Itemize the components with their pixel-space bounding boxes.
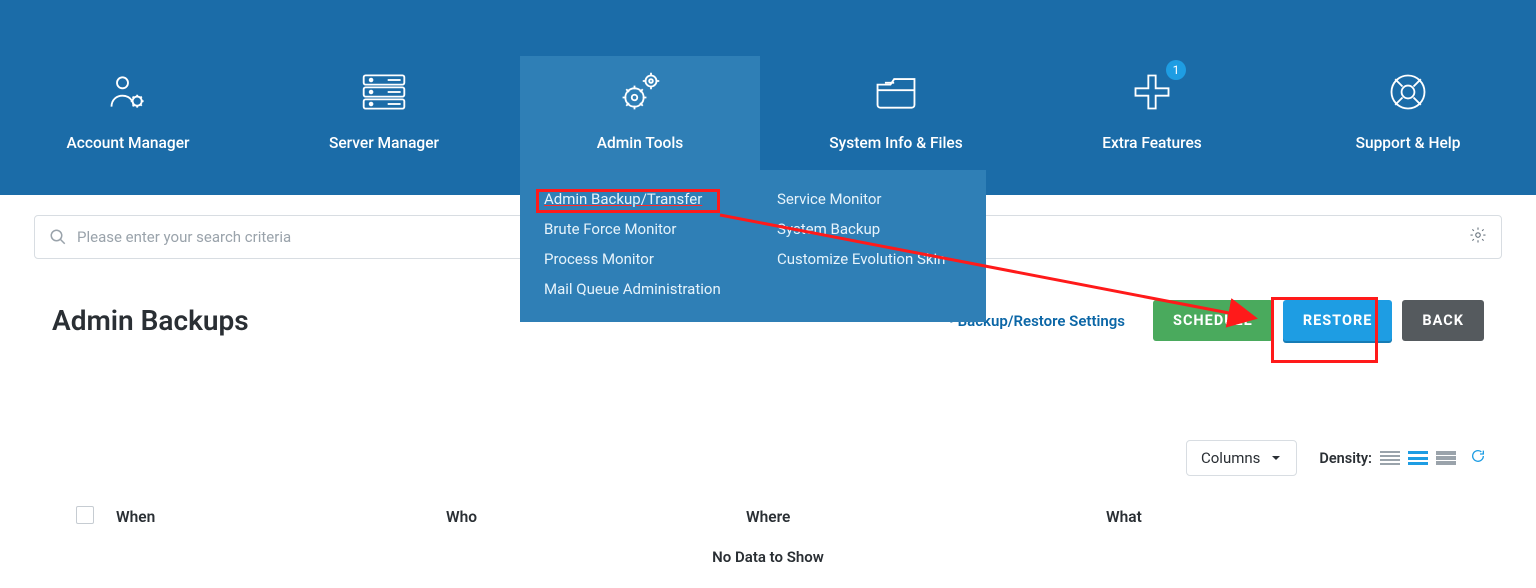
menu-admin-backup-transfer[interactable]: Admin Backup/Transfer [544,184,729,214]
nav-label: Admin Tools [530,134,750,152]
refresh-icon[interactable] [1470,448,1486,468]
restore-button[interactable]: RESTORE [1283,300,1393,341]
column-who[interactable]: Who [446,508,746,526]
nav-label: System Info & Files [786,134,1006,152]
plus-icon [1042,68,1262,116]
menu-process-monitor[interactable]: Process Monitor [544,244,729,274]
caret-down-icon [1270,452,1282,464]
menu-customize-skin[interactable]: Customize Evolution Skin [777,244,962,274]
nav-admin-tools[interactable]: Admin Tools [520,56,760,182]
density-comfortable-icon[interactable] [1436,451,1456,465]
menu-mail-queue-admin[interactable]: Mail Queue Administration [544,274,729,304]
nav-label: Extra Features [1042,134,1262,152]
column-when[interactable]: When [116,508,446,526]
users-gear-icon [18,68,238,116]
search-icon [49,228,67,246]
nav-label: Server Manager [274,134,494,152]
density-label: Density: [1319,450,1372,467]
column-where[interactable]: Where [746,508,1106,526]
nav-label: Support & Help [1298,134,1518,152]
column-what[interactable]: What [1106,508,1460,526]
back-button[interactable]: BACK [1402,300,1484,341]
table-toolbar: Columns Density: [50,440,1486,476]
top-navigation: Account Manager Server Manager [0,0,1536,195]
nav-server-manager[interactable]: Server Manager [264,56,504,182]
density-control: Density: [1319,448,1486,468]
columns-dropdown[interactable]: Columns [1186,440,1297,476]
density-compact-icon[interactable] [1380,451,1400,465]
dropdown-column: Admin Backup/Transfer Brute Force Monito… [520,184,753,304]
gears-icon [530,68,750,116]
columns-label: Columns [1201,449,1260,467]
folder-icon [786,68,1006,116]
admin-tools-dropdown: Admin Backup/Transfer Brute Force Monito… [520,170,986,322]
density-normal-icon[interactable] [1408,451,1428,465]
nav-system-info[interactable]: System Info & Files [776,56,1016,182]
dropdown-column: Service Monitor System Backup Customize … [753,184,986,304]
nav-label: Account Manager [18,134,238,152]
table-header-row: When Who Where What [50,498,1486,536]
nav-support-help[interactable]: Support & Help [1288,56,1528,182]
notification-badge: 1 [1166,60,1186,80]
menu-system-backup[interactable]: System Backup [777,214,962,244]
schedule-button[interactable]: SCHEDULE [1153,300,1273,341]
search-settings-gear-icon[interactable] [1469,226,1487,248]
server-stack-icon [274,68,494,116]
menu-service-monitor[interactable]: Service Monitor [777,184,962,214]
select-all-checkbox[interactable] [76,506,116,528]
lifebuoy-icon [1298,68,1518,116]
nav-extra-features[interactable]: 1 Extra Features [1032,56,1272,182]
menu-brute-force-monitor[interactable]: Brute Force Monitor [544,214,729,244]
table-empty-message: No Data to Show [0,548,1536,566]
nav-account-manager[interactable]: Account Manager [8,56,248,182]
